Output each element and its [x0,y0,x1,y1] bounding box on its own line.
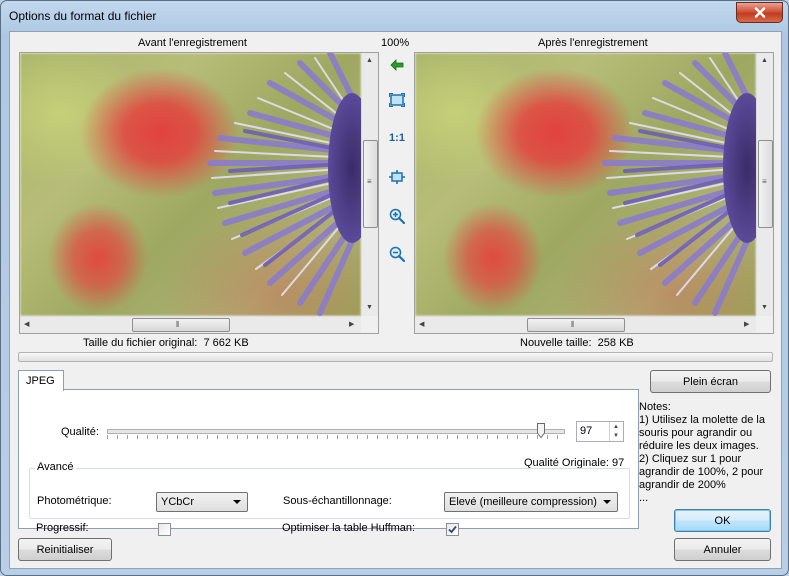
zoom-out-icon [389,246,405,262]
dialog-window: Options du format du fichier Avant l'enr… [0,0,789,576]
reset-button[interactable]: Reinitialiser [18,538,112,561]
scroll-up-icon[interactable]: ▲ [761,57,768,65]
window-title: Options du format du fichier [9,9,157,23]
close-icon [754,7,765,18]
thistle-flower-image [602,53,756,316]
quality-spinbox[interactable]: 97 ▲ ▼ [576,421,624,442]
after-label: Après l'enregistrement [538,37,648,49]
huffman-checkbox[interactable] [446,523,459,536]
fullscreen-button[interactable]: Plein écran [650,370,771,393]
fit-width-button[interactable] [388,168,406,186]
scroll-right-icon[interactable]: ▶ [744,321,749,329]
new-size-label: Nouvelle taille: 258 KB [520,337,634,349]
after-vertical-scrollbar[interactable]: ▲ ≡ ▼ [756,53,773,316]
scroll-down-icon[interactable]: ▼ [366,304,373,312]
quality-value: 97 [580,425,593,437]
jpeg-tab-panel: Qualité: 97 ▲ ▼ Qualité Originale: 97 Av… [18,389,639,536]
original-size-label: Taille du fichier original: 7 662 KB [83,337,249,349]
zoom-level: 100% [381,37,410,49]
chevron-down-icon [233,500,241,504]
checkmark-icon [448,525,457,534]
notes-text: Notes: 1) Utilisez la molette de la sour… [639,401,765,504]
fit-window-icon [389,93,405,107]
spin-up-icon[interactable]: ▲ [613,423,619,431]
advanced-group: Avancé Photométrique: YCbCr Sous-échanti… [29,461,630,519]
ok-button[interactable]: OK [674,509,771,532]
green-arrow-icon [390,59,404,71]
progressive-label: Progressif: [36,522,89,534]
sync-button[interactable] [388,56,406,74]
progressive-checkbox[interactable] [158,523,171,536]
fit-window-button[interactable] [388,91,406,109]
photometric-select[interactable]: YCbCr [156,492,248,512]
zoom-in-button[interactable] [388,207,406,225]
scroll-left-icon[interactable]: ◀ [24,321,29,329]
fit-width-icon [389,170,405,184]
quality-label: Qualité: [61,426,99,438]
scroll-left-icon[interactable]: ◀ [419,321,424,329]
zoom-in-icon [389,208,405,224]
tab-jpeg[interactable]: JPEG [18,370,64,391]
before-preview-pane[interactable]: ▲ ≡ ▼ ◀ ⦀ ▶ [19,52,379,334]
before-label: Avant l'enregistrement [138,37,247,49]
after-preview-pane[interactable]: ▲ ≡ ▼ ◀ ⦀ ▶ [414,52,774,334]
advanced-caption: Avancé [35,461,76,473]
scroll-down-icon[interactable]: ▼ [761,304,768,312]
title-bar[interactable]: Options du format du fichier [1,1,788,31]
cancel-button[interactable]: Annuler [674,538,771,561]
after-image[interactable] [415,53,756,316]
after-hscroll-thumb[interactable]: ⦀ [527,318,625,332]
scroll-right-icon[interactable]: ▶ [349,321,354,329]
spin-down-icon[interactable]: ▼ [613,432,619,440]
before-vscroll-thumb[interactable]: ≡ [363,140,378,228]
subsampling-select[interactable]: Elevé (meilleure compression) [444,492,618,512]
progress-bar [18,352,773,362]
before-hscroll-thumb[interactable]: ⦀ [132,318,230,332]
thistle-flower-image [207,53,361,316]
before-vertical-scrollbar[interactable]: ▲ ≡ ▼ [361,53,378,316]
original-size-value: 7 662 KB [203,337,249,349]
scroll-up-icon[interactable]: ▲ [366,57,373,65]
photometric-label: Photométrique: [37,495,112,507]
quality-slider-ticks [107,435,565,439]
huffman-label: Optimiser la table Huffman: [282,522,416,534]
after-horizontal-scrollbar[interactable]: ◀ ⦀ ▶ [415,316,756,333]
quality-slider-track[interactable] [107,429,565,434]
before-horizontal-scrollbar[interactable]: ◀ ⦀ ▶ [20,316,361,333]
after-vscroll-thumb[interactable]: ≡ [758,140,773,228]
actual-size-button[interactable]: 1:1 [388,129,406,147]
subsampling-label: Sous-échantillonnage: [283,495,392,507]
dialog-client: Avant l'enregistrement 100% Après l'enre… [9,31,782,569]
quality-spin-buttons[interactable]: ▲ ▼ [609,422,623,441]
before-image[interactable] [20,53,361,316]
new-size-value: 258 KB [597,337,634,349]
quality-slider-thumb[interactable] [537,423,546,438]
zoom-out-button[interactable] [388,245,406,263]
chevron-down-icon [603,500,611,504]
close-button[interactable] [736,2,783,23]
